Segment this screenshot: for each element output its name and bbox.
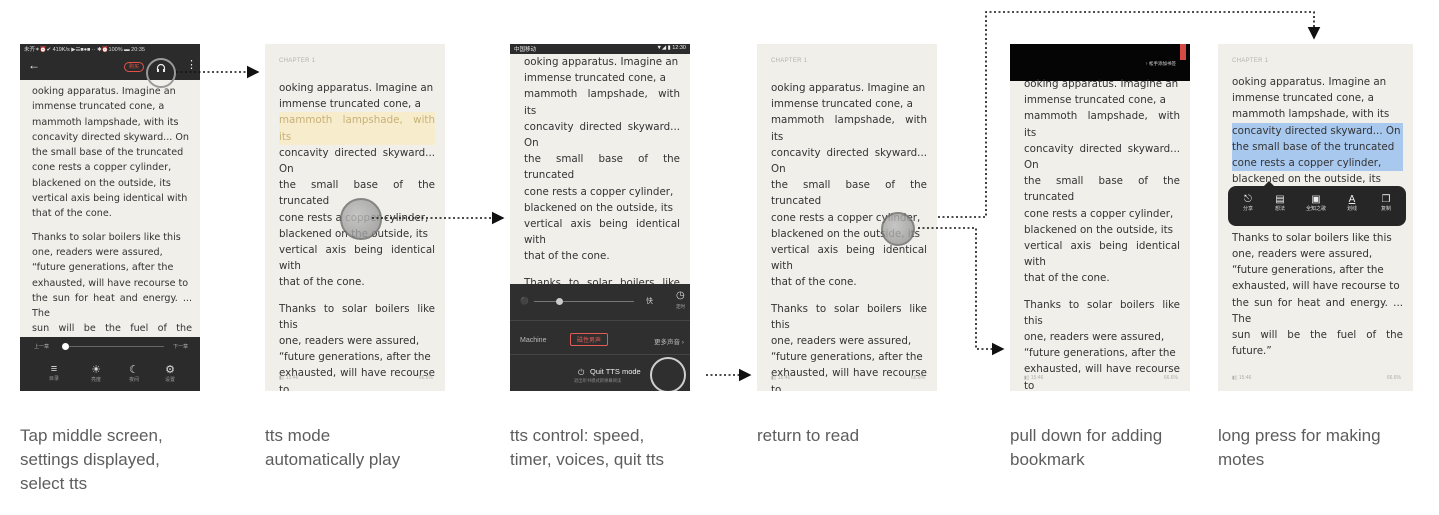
caption-step-3: tts control: speed, timer, voices, quit … [510, 426, 664, 469]
caption-step-4: return to read [757, 426, 860, 445]
arrow-read-to-notes [938, 11, 1321, 218]
arrow-read-to-bookmark [918, 227, 1005, 356]
caption-step-6: long press for making motes [1218, 426, 1381, 469]
caption-step-5: pull down for adding bookmark [1010, 426, 1163, 469]
caption-step-2: tts mode automatically play [265, 426, 401, 469]
caption-step-1: Tap middle screen, settings displayed, s… [20, 426, 163, 493]
